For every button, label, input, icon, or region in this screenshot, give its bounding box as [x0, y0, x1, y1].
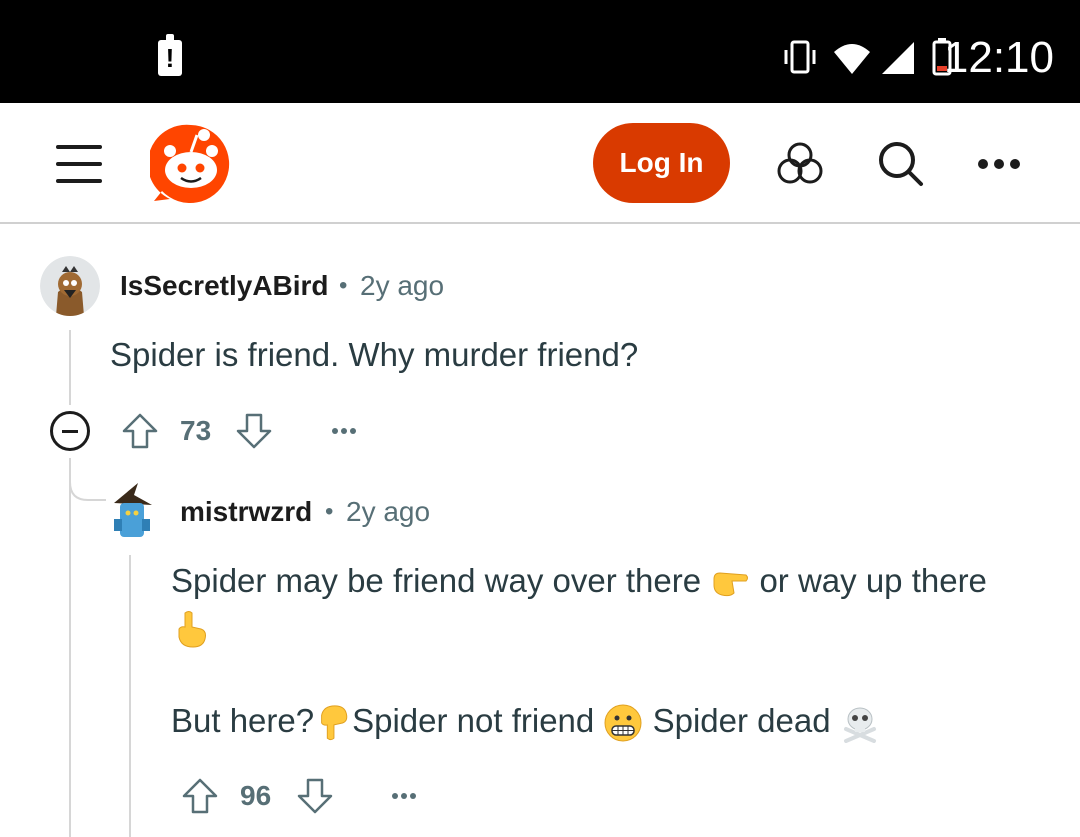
app-header: Log In: [0, 103, 1080, 224]
search-icon[interactable]: [876, 139, 924, 187]
comment-body: But here? Spider not friend Spider dead: [171, 698, 1051, 744]
skull-crossbones-emoji: [843, 707, 876, 744]
downvote-icon[interactable]: [234, 411, 274, 451]
body-text-segment: But here?: [171, 702, 315, 739]
vote-score: 73: [180, 415, 212, 446]
comment-more-icon[interactable]: [392, 793, 418, 801]
grimacing-face-emoji: [604, 704, 642, 742]
comment-author[interactable]: mistrwzrd: [180, 496, 312, 528]
thread-line: [69, 458, 71, 837]
meta-separator: •: [325, 498, 334, 525]
avatar[interactable]: [40, 256, 100, 316]
upvote-icon[interactable]: [180, 776, 220, 816]
meta-separator: •: [339, 272, 348, 299]
pointing-down-emoji: [321, 705, 348, 741]
thread-line: [129, 555, 131, 837]
vibrate-icon: [784, 40, 816, 74]
collapse-thread-button[interactable]: [50, 411, 90, 451]
comment-age: 2y ago: [346, 496, 431, 527]
body-text-segment: Spider not friend: [352, 702, 595, 739]
comment-body: Spider is friend. Why murder friend?: [110, 336, 639, 373]
comment-body: Spider may be friend way over there or w…: [171, 558, 1051, 604]
thread-branch: [69, 470, 106, 501]
login-button[interactable]: Log In: [593, 123, 730, 203]
pointing-up-emoji: [178, 611, 206, 648]
wifi-icon: [834, 44, 870, 74]
downvote-icon[interactable]: [295, 776, 335, 816]
status-icons: [784, 38, 952, 76]
vote-score: 96: [240, 780, 272, 811]
clock: 12:10: [943, 33, 1054, 82]
comment-age: 2y ago: [360, 270, 445, 301]
comment-more-icon[interactable]: [332, 428, 358, 436]
comment-author[interactable]: IsSecretlyABird: [120, 270, 329, 302]
more-icon[interactable]: [978, 159, 1022, 171]
avatar[interactable]: [108, 481, 154, 541]
menu-icon[interactable]: [56, 145, 102, 183]
reddit-logo[interactable]: [150, 123, 232, 205]
body-text-segment: Spider dead: [652, 702, 831, 739]
body-text-segment: or way up there: [759, 562, 987, 599]
explore-icon[interactable]: [776, 139, 824, 187]
cell-signal-icon: [882, 42, 914, 74]
upvote-icon[interactable]: [120, 411, 160, 451]
alert-icon: !: [158, 34, 182, 76]
status-bar: ! 12:10: [0, 0, 1080, 103]
pointing-right-emoji: [713, 572, 749, 597]
thread-line: [69, 330, 71, 405]
body-text-segment: Spider may be friend way over there: [171, 562, 702, 599]
